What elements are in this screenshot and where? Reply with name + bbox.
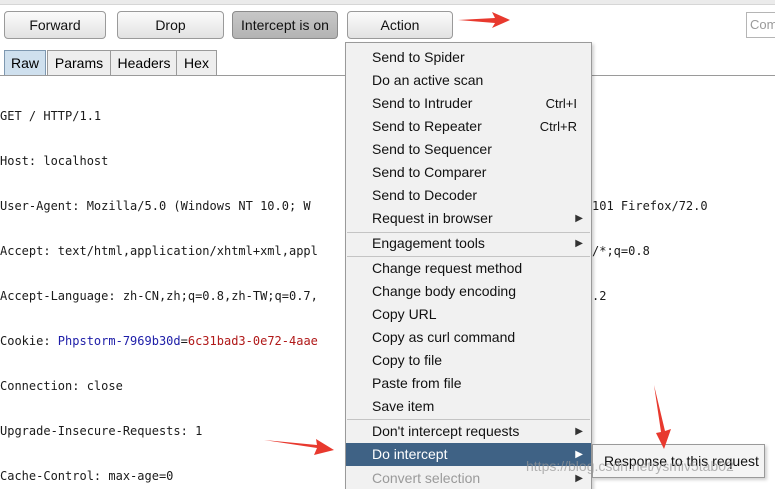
annotation-arrow-icon (654, 385, 671, 449)
annotation-arrow-icon (264, 439, 334, 455)
menu-item-save-item[interactable]: Save item (346, 395, 591, 418)
cookie-name: Phpstorm-7969b30d (57, 334, 181, 348)
menu-item-label: Request in browser (372, 210, 493, 226)
menu-item-label: Send to Decoder (372, 187, 478, 203)
menu-item-paste-from-file[interactable]: Paste from file (346, 372, 591, 395)
menu-item-dont-intercept[interactable]: Don't intercept requests ▶ (346, 420, 591, 443)
menu-item-copy-as-curl[interactable]: Copy as curl command (346, 326, 591, 349)
menu-item-label: Change body encoding (372, 283, 517, 299)
menu-item-change-body-encoding[interactable]: Change body encoding (346, 280, 591, 303)
menu-item-label: Copy URL (372, 306, 437, 322)
action-button[interactable]: Action (347, 11, 453, 39)
header-upgrade-insecure: Upgrade-Insecure-Requests: 1 (0, 424, 203, 438)
menu-item-send-to-repeater[interactable]: Send to Repeater Ctrl+R (346, 115, 591, 138)
header-host: Host: localhost (0, 154, 109, 168)
menu-item-label: Don't intercept requests (372, 423, 520, 439)
shortcut-label: Ctrl+I (545, 96, 577, 111)
menu-item-active-scan[interactable]: Do an active scan (346, 69, 591, 92)
menu-item-label: Paste from file (372, 375, 462, 391)
menu-item-send-to-intruder[interactable]: Send to Intruder Ctrl+I (346, 92, 591, 115)
header-accept-language-tail: .2 (592, 289, 607, 303)
annotation-arrow-icon (458, 12, 510, 28)
tab-params[interactable]: Params (47, 50, 111, 76)
drop-button[interactable]: Drop (117, 11, 224, 39)
header-cache-control: Cache-Control: max-age=0 (0, 469, 174, 483)
tab-headers[interactable]: Headers (110, 50, 178, 76)
submenu-arrow-icon: ▶ (575, 426, 583, 437)
shortcut-label: Ctrl+R (539, 119, 577, 134)
window-top-strip (0, 0, 775, 5)
menu-item-send-to-decoder[interactable]: Send to Decoder (346, 184, 591, 207)
cookie-equals: = (180, 334, 188, 348)
intercept-toggle-button[interactable]: Intercept is on (232, 11, 338, 39)
menu-item-send-to-spider[interactable]: Send to Spider (346, 46, 591, 69)
action-context-menu: Send to Spider Do an active scan Send to… (345, 42, 592, 489)
menu-item-copy-to-file[interactable]: Copy to file (346, 349, 591, 372)
menu-item-send-to-comparer[interactable]: Send to Comparer (346, 161, 591, 184)
menu-item-label: Do intercept (372, 446, 448, 462)
menu-item-label: Engagement tools (372, 235, 485, 251)
menu-item-label: Send to Repeater (372, 118, 482, 134)
cookie-value: 6c31bad3-0e72-4aae (187, 334, 318, 348)
tab-raw[interactable]: Raw (4, 50, 46, 76)
menu-item-label: Copy as curl command (372, 329, 516, 345)
tab-hex[interactable]: Hex (176, 50, 217, 76)
header-user-agent: User-Agent: Mozilla/5.0 (Windows NT 10.0… (0, 199, 311, 213)
menu-item-label: Do an active scan (372, 72, 484, 88)
request-line-text: GET / HTTP/1.1 (0, 109, 102, 123)
menu-item-label: Send to Sequencer (372, 141, 492, 157)
menu-item-copy-url[interactable]: Copy URL (346, 303, 591, 326)
comment-input[interactable]: Comment this item (746, 12, 775, 38)
menu-item-change-request-method[interactable]: Change request method (346, 257, 591, 280)
menu-item-engagement-tools[interactable]: Engagement tools ▶ (346, 232, 591, 255)
submenu-arrow-icon: ▶ (575, 213, 583, 224)
submenu-arrow-icon: ▶ (575, 238, 583, 249)
menu-item-label: Convert selection (372, 470, 481, 486)
menu-item-label: Send to Intruder (372, 95, 473, 111)
menu-item-send-to-sequencer[interactable]: Send to Sequencer (346, 138, 591, 161)
menu-item-label: Save item (372, 398, 435, 414)
header-cookie-key: Cookie: (0, 334, 58, 348)
forward-button[interactable]: Forward (4, 11, 106, 39)
header-accept-tail: /*;q=0.8 (592, 244, 650, 258)
menu-item-request-in-browser[interactable]: Request in browser ▶ (346, 207, 591, 230)
menu-item-label: Send to Comparer (372, 164, 487, 180)
header-user-agent-tail: 101 Firefox/72.0 (592, 199, 708, 213)
header-connection: Connection: close (0, 379, 123, 393)
menu-item-label: Change request method (372, 260, 523, 276)
menu-item-label: Copy to file (372, 352, 443, 368)
watermark-text: https://blog.csdn.net/ysmiv5tab02 (526, 458, 734, 474)
header-accept-language: Accept-Language: zh-CN,zh;q=0.8,zh-TW;q=… (0, 289, 318, 303)
menu-item-label: Send to Spider (372, 49, 465, 65)
header-accept: Accept: text/html,application/xhtml+xml,… (0, 244, 318, 258)
